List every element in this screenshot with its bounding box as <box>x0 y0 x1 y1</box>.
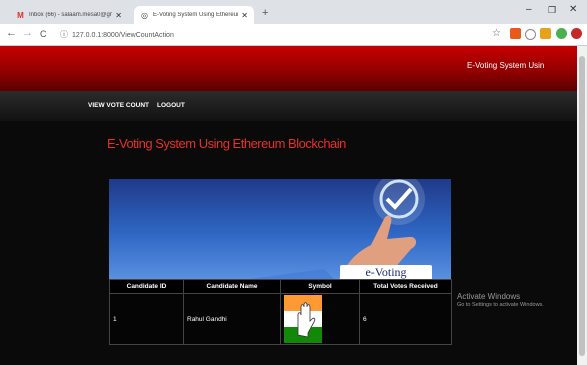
hand-flag-icon <box>284 295 322 343</box>
address-bar-row: ← → C ⓘ 127.0.0.1:8000/ViewCountAction ☆ <box>0 24 587 46</box>
close-tab-icon[interactable]: ✕ <box>115 11 122 20</box>
column-header: Total Votes Received <box>359 279 452 294</box>
url-text: 127.0.0.1:8000/ViewCountAction <box>72 32 174 39</box>
tab-evoting[interactable]: ◎ E-Voting System Using Ethereum ✕ <box>134 6 254 24</box>
opera-icon[interactable] <box>571 28 582 39</box>
menu-view-vote-count[interactable]: VIEW VOTE COUNT <box>88 102 149 109</box>
scrollbar-thumb[interactable] <box>579 56 585 356</box>
brand-text: E-Voting System Usin <box>467 61 545 70</box>
close-tab-icon[interactable]: ✕ <box>241 11 248 20</box>
evoting-label: e-Voting <box>340 265 432 279</box>
info-icon: ⓘ <box>60 30 68 39</box>
table-header-row: Candidate ID Candidate Name Symbol Total… <box>109 279 452 294</box>
extension-icon[interactable] <box>540 28 551 39</box>
globe-icon: ◎ <box>141 10 148 20</box>
extension-icon[interactable] <box>556 28 567 39</box>
page-content: E-Voting System Usin VIEW VOTE COUNT LOG… <box>0 46 577 365</box>
column-header: Candidate Name <box>183 279 281 294</box>
hero-image: e-Voting <box>109 179 451 279</box>
forward-button[interactable]: → <box>22 27 33 39</box>
watermark-line2: Go to Settings to activate Windows. <box>457 302 544 308</box>
symbol-cell <box>280 293 360 345</box>
scrollbar[interactable] <box>577 46 587 365</box>
close-window-button[interactable]: ✕ <box>569 4 577 15</box>
candidate-id: 1 <box>109 293 184 345</box>
reload-button[interactable]: C <box>40 29 47 39</box>
tab-title: Inbox (66) - salaam.mesa0@gmai <box>29 12 113 18</box>
table-row: 1 Rahul Gandhi 6 <box>109 293 452 345</box>
total-votes: 6 <box>359 293 452 345</box>
new-tab-button[interactable]: + <box>262 7 268 19</box>
tab-gmail[interactable]: M Inbox (66) - salaam.mesa0@gmai ✕ <box>10 6 128 24</box>
column-header: Symbol <box>280 279 360 294</box>
watermark-line1: Activate Windows <box>457 292 521 301</box>
maximize-button[interactable]: ❐ <box>548 5 556 16</box>
bookmark-star-icon[interactable]: ☆ <box>492 28 501 39</box>
nav-menu: VIEW VOTE COUNT LOGOUT <box>0 91 577 121</box>
menu-logout[interactable]: LOGOUT <box>157 102 185 109</box>
minimize-button[interactable]: – <box>526 4 532 15</box>
column-header: Candidate ID <box>109 279 184 294</box>
browser-tab-bar: M Inbox (66) - salaam.mesa0@gmai ✕ ◎ E-V… <box>0 0 587 24</box>
vote-count-table: Candidate ID Candidate Name Symbol Total… <box>109 279 452 345</box>
back-button[interactable]: ← <box>6 27 17 39</box>
evoting-illustration <box>249 179 425 279</box>
header-banner: E-Voting System Usin <box>0 46 577 91</box>
candidate-name: Rahul Gandhi <box>183 293 281 345</box>
tab-title: E-Voting System Using Ethereum <box>153 12 239 18</box>
extension-icon[interactable] <box>525 29 536 40</box>
page-title: E-Voting System Using Ethereum Blockchai… <box>107 136 346 151</box>
activate-windows-watermark: Activate Windows Go to Settings to activ… <box>457 292 544 308</box>
gmail-icon: M <box>17 10 24 20</box>
url-field[interactable]: ⓘ 127.0.0.1:8000/ViewCountAction <box>60 29 174 40</box>
extension-icon[interactable] <box>510 28 521 39</box>
